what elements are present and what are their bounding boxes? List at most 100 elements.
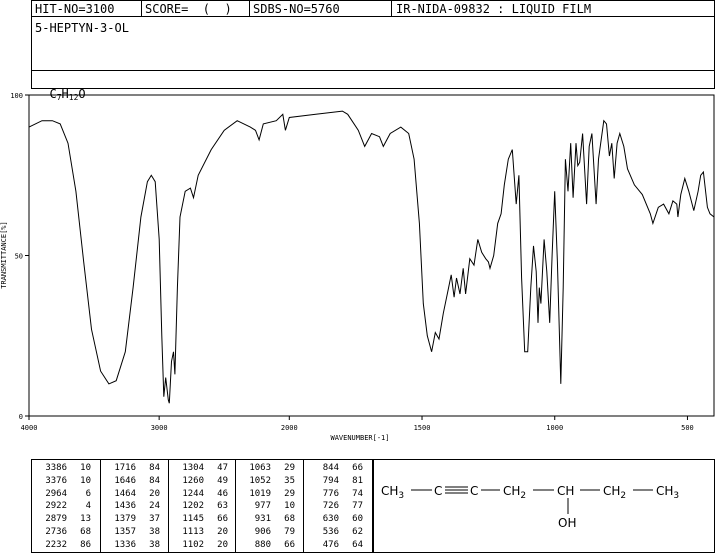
x-tick-label: 500 <box>681 424 694 432</box>
peak-transmittance: 68 <box>284 514 295 525</box>
x-tick-label: 1500 <box>414 424 431 432</box>
peak-transmittance: 10 <box>80 463 91 473</box>
x-axis-label: WAVENUMBER[-1] <box>330 434 389 442</box>
peak-transmittance: 66 <box>217 514 228 525</box>
peak-transmittance: 10 <box>284 501 295 512</box>
peak-transmittance: 60 <box>352 514 363 525</box>
peak-transmittance: 29 <box>284 463 295 473</box>
peak-entry: 2964 6 <box>37 488 91 501</box>
peak-wavenumber: 726 <box>322 501 339 512</box>
peak-col-sep-1 <box>100 459 101 553</box>
peak-wavenumber: 1102 <box>182 539 204 550</box>
peak-entry: 2879 13 <box>37 513 91 526</box>
peak-wavenumber: 1464 <box>114 488 136 499</box>
peak-entry: 1716 84 <box>106 462 160 475</box>
peak-wavenumber: 1244 <box>182 488 204 499</box>
peak-transmittance: 66 <box>352 463 363 473</box>
peak-wavenumber: 3376 <box>45 475 67 486</box>
peak-wavenumber: 1145 <box>182 514 204 525</box>
peak-entry: 1357 38 <box>106 526 160 539</box>
peak-wavenumber: 1063 <box>249 463 271 473</box>
peak-wavenumber: 1113 <box>182 527 204 537</box>
peak-entry: 1113 20 <box>174 526 228 539</box>
peak-entry: 880 66 <box>241 539 295 552</box>
x-tick-label: 1000 <box>546 424 563 432</box>
peak-entry: 1019 29 <box>241 488 295 501</box>
peak-wavenumber: 1019 <box>249 488 271 499</box>
peak-entry: 630 60 <box>309 513 363 526</box>
peak-entry: 1464 20 <box>106 488 160 501</box>
peak-wavenumber: 2736 <box>45 527 67 537</box>
peak-wavenumber: 794 <box>322 475 339 486</box>
peak-entry: 794 81 <box>309 475 363 488</box>
peak-transmittance: 49 <box>217 475 228 486</box>
peak-entry: 1202 63 <box>174 500 228 513</box>
peak-entry: 2922 4 <box>37 500 91 513</box>
y-tick-label: 50 <box>15 253 23 261</box>
peak-entry: 1102 20 <box>174 539 228 552</box>
peak-transmittance: 62 <box>352 527 363 537</box>
peak-transmittance: 10 <box>80 475 91 486</box>
peak-wavenumber: 1379 <box>114 514 136 525</box>
peak-transmittance: 63 <box>217 501 228 512</box>
x-axis-ticks: 4000 3000 2000 1500 1000 500 <box>21 416 694 432</box>
peak-transmittance: 64 <box>352 539 363 550</box>
peak-transmittance: 35 <box>284 475 295 486</box>
peak-wavenumber: 1052 <box>249 475 271 486</box>
peak-entry: 536 62 <box>309 526 363 539</box>
spectrum-line <box>28 110 715 404</box>
peak-transmittance: 24 <box>149 501 160 512</box>
peak-entry: 1436 24 <box>106 500 160 513</box>
x-tick-label: 3000 <box>151 424 168 432</box>
y-tick-label: 0 <box>19 413 23 421</box>
peak-entry: 726 77 <box>309 500 363 513</box>
peak-entry: 1244 46 <box>174 488 228 501</box>
peak-entry: 1646 84 <box>106 475 160 488</box>
peak-entry: 476 64 <box>309 539 363 552</box>
peak-transmittance: 74 <box>352 488 363 499</box>
peak-wavenumber: 1436 <box>114 501 136 512</box>
peak-wavenumber: 880 <box>254 539 271 550</box>
peak-transmittance: 79 <box>284 527 295 537</box>
peak-wavenumber: 630 <box>322 514 339 525</box>
plot-frame <box>28 94 715 417</box>
peak-wavenumber: 536 <box>322 527 339 537</box>
peak-transmittance: 47 <box>217 463 228 473</box>
x-tick-label: 4000 <box>21 424 38 432</box>
peak-transmittance: 77 <box>352 501 363 512</box>
peak-transmittance: 20 <box>217 539 228 550</box>
peak-col-sep-3 <box>235 459 236 553</box>
peak-transmittance: 86 <box>80 539 91 550</box>
peak-wavenumber: 2922 <box>45 501 67 512</box>
peak-entry: 3386 10 <box>37 462 91 475</box>
peak-entry: 1260 49 <box>174 475 228 488</box>
peak-transmittance: 46 <box>217 488 228 499</box>
peak-transmittance: 68 <box>80 527 91 537</box>
x-tick-label: 2000 <box>281 424 298 432</box>
peak-entry: 1052 35 <box>241 475 295 488</box>
peak-entry: 977 10 <box>241 500 295 513</box>
peak-wavenumber: 844 <box>322 463 339 473</box>
peak-wavenumber: 1646 <box>114 475 136 486</box>
peak-entry: 844 66 <box>309 462 363 475</box>
peak-wavenumber: 476 <box>322 539 339 550</box>
peak-entry: 1063 29 <box>241 462 295 475</box>
peak-transmittance: 84 <box>149 463 160 473</box>
peak-entry: 1379 37 <box>106 513 160 526</box>
peak-transmittance: 29 <box>284 488 295 499</box>
peak-wavenumber: 1357 <box>114 527 136 537</box>
peak-entry: 1304 47 <box>174 462 228 475</box>
peak-wavenumber: 1336 <box>114 539 136 550</box>
peak-wavenumber: 931 <box>254 514 271 525</box>
peak-wavenumber: 1716 <box>114 463 136 473</box>
ir-spectrum-chart: 0 50 100 4000 3000 2000 1500 1000 500 WAVENUMBE… <box>0 92 715 442</box>
peak-transmittance: 66 <box>284 539 295 550</box>
peak-transmittance: 20 <box>149 488 160 499</box>
y-tick-label: 100 <box>10 92 23 100</box>
peak-transmittance: 38 <box>149 539 160 550</box>
peak-wavenumber: 2232 <box>45 539 67 550</box>
peak-entry: 3376 10 <box>37 475 91 488</box>
peak-transmittance: 81 <box>352 475 363 486</box>
peak-entry: 2232 86 <box>37 539 91 552</box>
peak-entry: 931 68 <box>241 513 295 526</box>
